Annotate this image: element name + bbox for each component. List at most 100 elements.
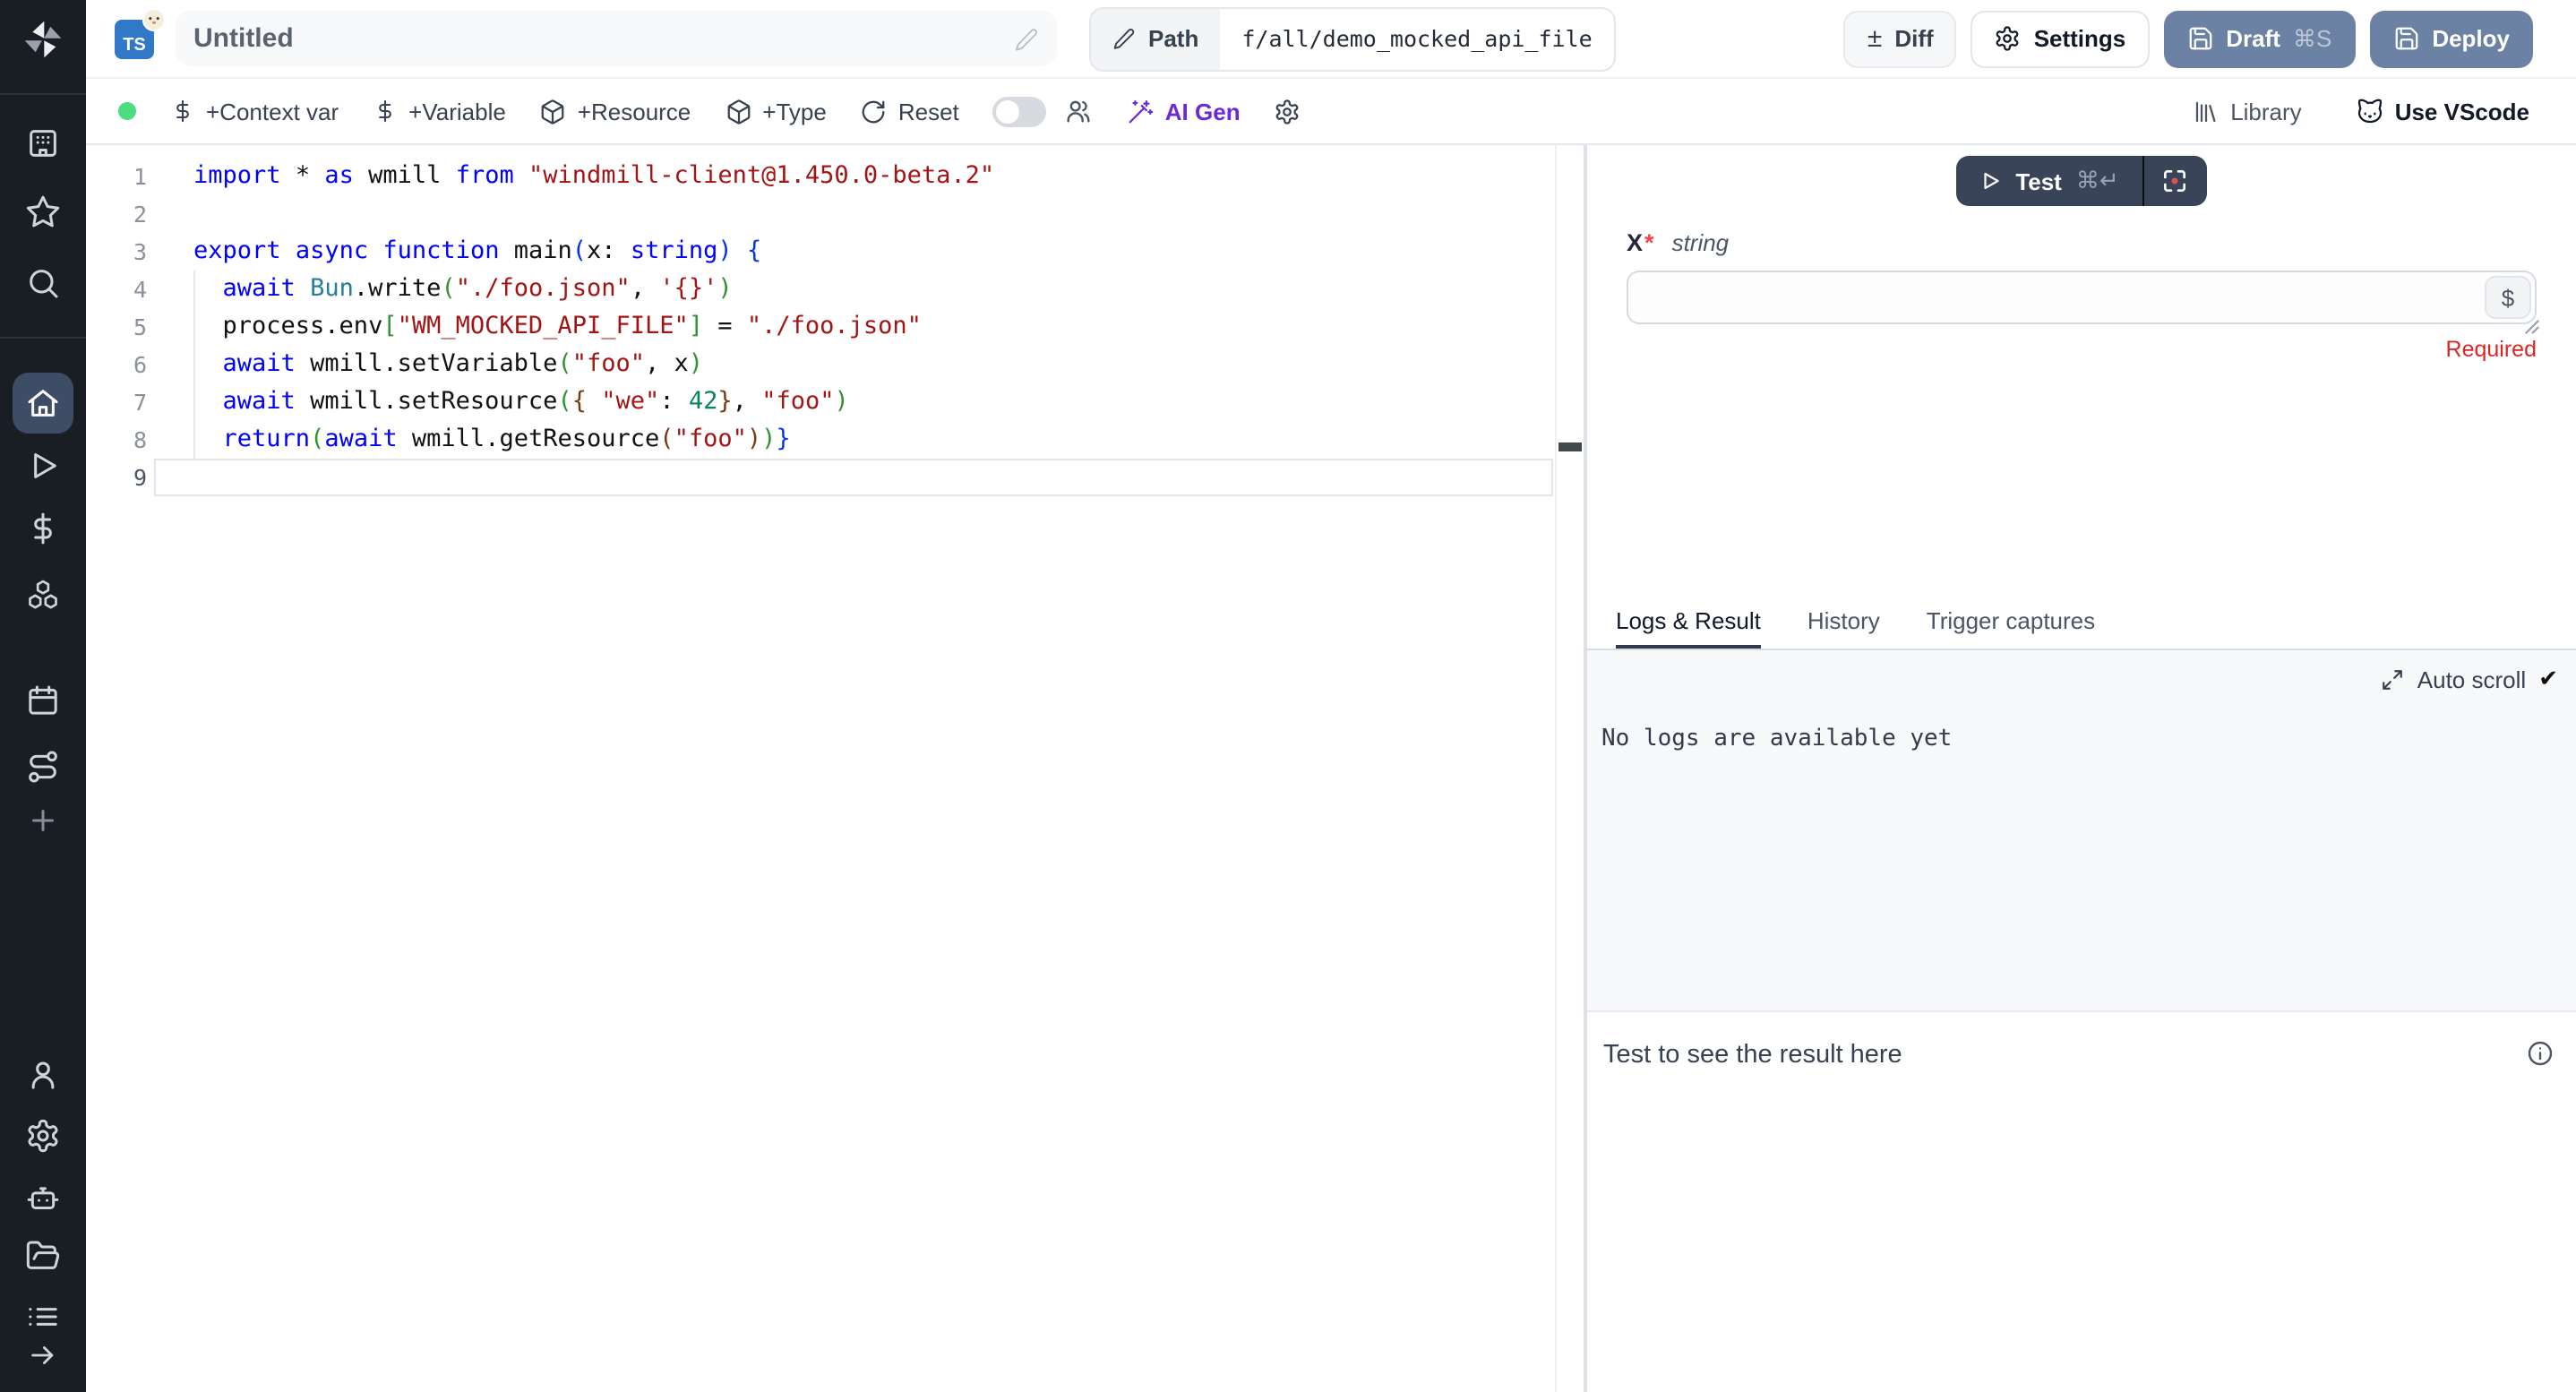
- edit-title-pencil-icon[interactable]: [1014, 26, 1039, 51]
- add-variable-button[interactable]: +Variable: [373, 98, 506, 125]
- run-panel-top: Test ⌘↵: [1587, 145, 2576, 602]
- sidebar-item-variables-dollar-icon[interactable]: [25, 511, 61, 546]
- path-value: f/all/demo_mocked_api_file: [1220, 8, 1613, 69]
- code-line-text: await Bun.write("./foo.json", '{}'): [193, 271, 733, 308]
- argument-input-wrap: $: [1627, 271, 2537, 324]
- path-label[interactable]: Path: [1091, 8, 1220, 69]
- required-text: Required: [1627, 337, 2537, 362]
- sidebar-item-routes-icon[interactable]: [25, 749, 61, 785]
- ai-gen-button[interactable]: AI Gen: [1128, 98, 1241, 125]
- library-button[interactable]: Library: [2193, 98, 2302, 125]
- code-line-1[interactable]: 1import * as wmill from "windmill-client…: [86, 158, 1584, 195]
- collab-toggle[interactable]: [993, 96, 1047, 126]
- main-column: TS Untitled: [86, 0, 2576, 1392]
- expand-icon: [2382, 667, 2405, 691]
- capture-button[interactable]: [2144, 156, 2207, 206]
- add-context-var-button[interactable]: +Context var: [170, 98, 339, 125]
- result-tabs: Logs & Result History Trigger captures: [1587, 602, 2576, 650]
- save-icon: [2186, 25, 2213, 52]
- argument-name: X: [1627, 229, 1643, 256]
- magic-wand-icon: [1128, 98, 1155, 125]
- sidebar-folders-icon[interactable]: [25, 1238, 61, 1274]
- editor-settings-gear-icon[interactable]: [1275, 98, 1301, 125]
- editor-toolbar: +Context var +Variable +Resource: [86, 79, 2576, 145]
- sidebar-item-home[interactable]: [13, 373, 73, 434]
- deploy-button[interactable]: Deploy: [2369, 10, 2533, 67]
- line-number: 1: [86, 158, 193, 195]
- line-number: 8: [86, 421, 193, 459]
- code-line-2[interactable]: 2: [86, 195, 1584, 233]
- plus-minus-icon: ±: [1868, 25, 1882, 52]
- topbar: TS Untitled: [86, 0, 2576, 79]
- dollar-icon: [170, 99, 195, 124]
- line-number: 3: [86, 233, 193, 271]
- path-group[interactable]: Path f/all/demo_mocked_api_file: [1089, 6, 1616, 71]
- favorites-star-icon[interactable]: [25, 193, 61, 229]
- result-placeholder: Test to see the result here: [1603, 1041, 1902, 1070]
- code-line-5[interactable]: 5 process.env["WM_MOCKED_API_FILE"] = ".…: [86, 308, 1584, 346]
- required-star: *: [1644, 229, 1654, 256]
- tab-logs-result[interactable]: Logs & Result: [1616, 607, 1761, 649]
- tab-history[interactable]: History: [1807, 607, 1880, 649]
- search-icon[interactable]: [25, 265, 61, 301]
- draft-button[interactable]: Draft ⌘S: [2163, 10, 2355, 67]
- overview-ruler[interactable]: [1555, 145, 1584, 1392]
- code-line-4[interactable]: 4 await Bun.write("./foo.json", '{}'): [86, 271, 1584, 308]
- settings-button[interactable]: Settings: [1971, 10, 2150, 67]
- script-title-box[interactable]: Untitled: [176, 11, 1057, 66]
- sidebar-workers-bot-icon[interactable]: [25, 1179, 61, 1215]
- draft-shortcut: ⌘S: [2293, 24, 2331, 53]
- add-type-button[interactable]: +Type: [725, 98, 827, 125]
- log-area: Auto scroll ✔ No logs are available yet: [1587, 650, 2576, 1012]
- test-button[interactable]: Test ⌘↵: [1956, 156, 2142, 206]
- sidebar-item-schedules-calendar-icon[interactable]: [25, 683, 61, 718]
- diff-button[interactable]: ± Diff: [1844, 10, 1957, 67]
- bun-runtime-icon: [142, 6, 167, 31]
- users-icon: [1065, 97, 1094, 125]
- library-icon: [2193, 98, 2220, 125]
- sidebar-collapse-arrow-icon[interactable]: [28, 1340, 58, 1371]
- package-icon: [725, 98, 751, 125]
- sidebar-item-runs-play-icon[interactable]: [25, 448, 61, 484]
- line-number: 5: [86, 308, 193, 346]
- code-line-text: import * as wmill from "windmill-client@…: [193, 158, 994, 195]
- sidebar-audit-list-icon[interactable]: [25, 1299, 61, 1335]
- windmill-logo[interactable]: [20, 16, 66, 63]
- sidebar-user-icon[interactable]: [25, 1057, 61, 1093]
- code-line-3[interactable]: 3export async function main(x: string) {: [86, 233, 1584, 271]
- code-editor[interactable]: 1import * as wmill from "windmill-client…: [86, 145, 1584, 1392]
- insert-variable-dollar-button[interactable]: $: [2485, 276, 2531, 319]
- resize-handle[interactable]: [2524, 319, 2540, 335]
- use-vscode-button[interactable]: Use VScode: [2356, 97, 2529, 125]
- workspace-icon[interactable]: [25, 125, 61, 161]
- line-number: 6: [86, 346, 193, 383]
- sidebar-settings-gear-icon[interactable]: [25, 1118, 61, 1154]
- argument-label: X * string: [1627, 229, 2537, 256]
- script-title: Untitled: [193, 23, 294, 54]
- test-shortcut: ⌘↵: [2076, 167, 2119, 195]
- reset-button[interactable]: Reset: [861, 98, 959, 125]
- info-icon[interactable]: [2526, 1039, 2555, 1068]
- refresh-icon: [861, 98, 888, 125]
- line-number: 2: [86, 195, 193, 233]
- sidebar-item-resources-boxes-icon[interactable]: [25, 577, 61, 613]
- add-resource-button[interactable]: +Resource: [540, 98, 691, 125]
- tab-trigger-captures[interactable]: Trigger captures: [1927, 607, 2095, 649]
- code-line-text: return(await wmill.getResource("foo"))}: [193, 421, 791, 459]
- check-icon: ✔: [2538, 665, 2558, 693]
- auto-scroll-toggle[interactable]: Auto scroll ✔: [2382, 665, 2558, 693]
- content: 1import * as wmill from "windmill-client…: [86, 145, 2576, 1392]
- code-lines: 1import * as wmill from "windmill-client…: [86, 158, 1584, 496]
- code-line-8[interactable]: 8 return(await wmill.getResource("foo"))…: [86, 421, 1584, 459]
- result-area: Test to see the result here: [1587, 1012, 2576, 1392]
- argument-input[interactable]: [1627, 271, 2537, 324]
- dollar-icon: [373, 99, 398, 124]
- code-line-6[interactable]: 6 await wmill.setVariable("foo", x): [86, 346, 1584, 383]
- sidebar-divider: [0, 93, 86, 95]
- sidebar-add-plus-icon[interactable]: [27, 804, 59, 837]
- code-line-7[interactable]: 7 await wmill.setResource({ "we": 42}, "…: [86, 383, 1584, 421]
- language-badge: TS: [115, 19, 154, 58]
- code-line-text: export async function main(x: string) {: [193, 233, 761, 271]
- package-icon: [540, 98, 567, 125]
- arguments-section: X * string $ Required: [1587, 229, 2576, 362]
